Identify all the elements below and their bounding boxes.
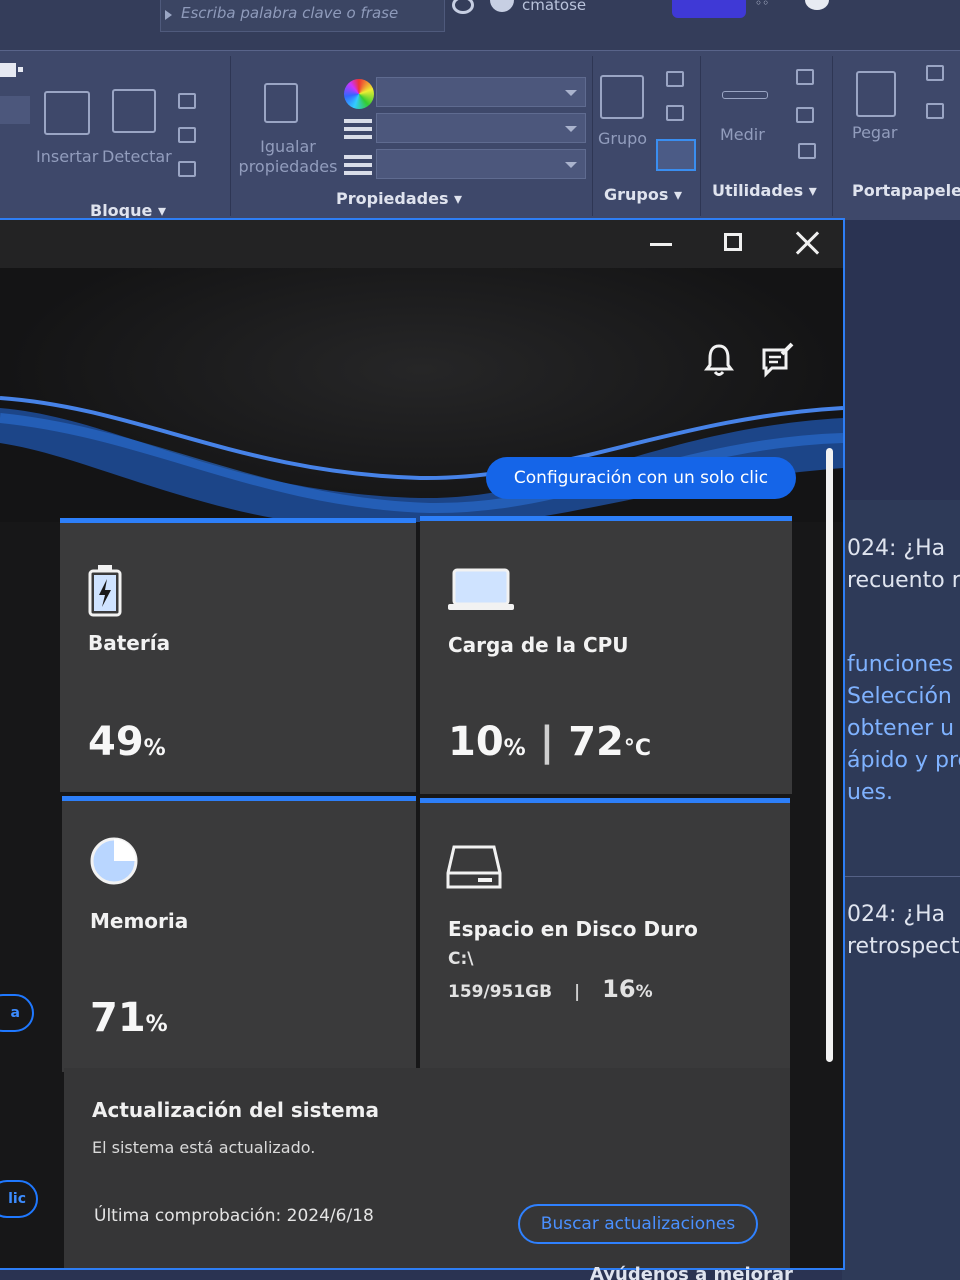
doc-line: retrospecti	[847, 934, 960, 959]
background-document	[842, 500, 960, 1280]
insert-block-icon[interactable]	[44, 91, 90, 135]
cad-title-bar: Escriba palabra clave o frase cmatose ◦◦	[0, 0, 960, 50]
user-name[interactable]: cmatose	[522, 0, 586, 14]
paste-button[interactable]: Pegar	[852, 123, 897, 143]
laptop-icon	[448, 568, 514, 610]
doc-link[interactable]: ues.	[847, 780, 893, 805]
quick-access-dropdown-icon[interactable]	[18, 67, 23, 72]
maximize-button[interactable]	[716, 226, 756, 262]
disk-card[interactable]: Espacio en Disco Duro C:\ 159/951GB | 16…	[420, 798, 790, 1078]
vertical-scrollbar[interactable]	[826, 448, 833, 1062]
cad-ribbon: Insertar Detectar Bloque ▾ Igualar propi…	[0, 50, 960, 220]
doc-link[interactable]: obtener u	[847, 716, 954, 741]
update-status: El sistema está actualizado.	[92, 1138, 316, 1157]
paste-icon[interactable]	[856, 71, 896, 117]
lineweight-icon[interactable]	[344, 119, 372, 123]
group-button[interactable]: Grupo	[598, 129, 647, 149]
window-titlebar[interactable]	[0, 220, 843, 268]
search-icon[interactable]	[452, 0, 474, 14]
measure-icon[interactable]	[722, 91, 768, 99]
cpu-title: Carga de la CPU	[448, 633, 629, 657]
help-icon[interactable]	[805, 0, 829, 10]
search-expand-icon	[165, 10, 172, 20]
system-update-card: Actualización del sistema El sistema est…	[64, 1068, 790, 1268]
system-utility-window: Configuración con un solo clic Batería 4…	[0, 218, 845, 1270]
memory-card[interactable]: Memoria 71%	[62, 796, 416, 1072]
battery-card[interactable]: Batería 49%	[60, 518, 416, 792]
block-attribute-icon[interactable]	[178, 161, 196, 177]
color-combo[interactable]	[376, 77, 586, 107]
linetype-icon[interactable]	[344, 155, 372, 159]
doc-link[interactable]: ápido y pre	[847, 748, 960, 773]
linetype-combo[interactable]	[376, 149, 586, 179]
battery-icon	[88, 565, 122, 617]
cpu-value: 10% | 72°C	[448, 719, 652, 765]
groups-group-label[interactable]: Grupos ▾	[604, 185, 682, 204]
update-title: Actualización del sistema	[92, 1098, 379, 1122]
feedback-icon[interactable]	[760, 340, 796, 380]
battery-value: 49%	[88, 719, 166, 765]
layer-combo[interactable]	[0, 96, 30, 124]
clipboard-group-label[interactable]: Portapapeles	[852, 181, 960, 200]
lineweight-combo[interactable]	[376, 113, 586, 143]
user-icon[interactable]	[490, 0, 514, 12]
color-wheel-icon[interactable]	[344, 79, 374, 109]
battery-title: Batería	[88, 631, 171, 655]
maximize-icon	[724, 233, 742, 251]
detect-button[interactable]: Detectar	[102, 147, 172, 167]
disk-title: Espacio en Disco Duro	[448, 917, 698, 941]
minimize-icon	[650, 243, 672, 246]
doc-line: 024: ¿Ha	[847, 536, 946, 561]
memory-pie-icon	[90, 837, 138, 885]
ungroup-icon[interactable]	[666, 71, 684, 87]
id-point-icon[interactable]	[796, 107, 814, 123]
cpu-card[interactable]: Carga de la CPU 10% | 72°C	[420, 516, 792, 794]
doc-link[interactable]: funciones	[847, 652, 953, 677]
copy-clip-icon[interactable]	[926, 65, 944, 81]
exchange-icon[interactable]: ◦◦	[755, 0, 769, 10]
doc-link[interactable]: Selección	[847, 684, 952, 709]
one-click-config-button[interactable]: Configuración con un solo clic	[486, 457, 796, 499]
quick-select-icon[interactable]	[796, 69, 814, 85]
close-button[interactable]	[788, 226, 828, 262]
doc-divider	[842, 876, 960, 877]
disk-usage: 159/951GB | 16%	[448, 975, 653, 1003]
doc-line: recuento rá	[847, 568, 960, 593]
memory-value: 71%	[90, 995, 168, 1041]
detect-icon[interactable]	[112, 89, 156, 133]
group-icon[interactable]	[600, 75, 644, 119]
group-edit-icon[interactable]	[666, 105, 684, 121]
close-icon	[795, 230, 821, 256]
insert-button[interactable]: Insertar	[36, 147, 98, 167]
bell-icon[interactable]	[704, 340, 734, 380]
properties-group-label[interactable]: Propiedades ▾	[336, 189, 462, 208]
measure-button[interactable]: Medir	[720, 125, 765, 145]
match-properties-button[interactable]: Igualar propiedades	[236, 137, 340, 177]
autodesk-app-button[interactable]	[672, 0, 746, 18]
check-updates-button[interactable]: Buscar actualizaciones	[518, 1204, 758, 1244]
copy-icon[interactable]	[926, 103, 944, 119]
hard-disk-icon	[446, 845, 502, 889]
edit-block-icon[interactable]	[178, 127, 196, 143]
sidebar-pill-button[interactable]: lic	[0, 1180, 38, 1218]
footer-text: Ayúdenos a mejorar	[590, 1264, 793, 1280]
match-properties-icon[interactable]	[264, 83, 298, 123]
utilities-group-label[interactable]: Utilidades ▾	[712, 181, 817, 200]
last-check-label: Última comprobación: 2024/6/18	[94, 1206, 374, 1226]
doc-line: 024: ¿Ha	[847, 902, 946, 927]
memory-title: Memoria	[90, 909, 189, 933]
quick-access-icon[interactable]	[0, 63, 16, 77]
disk-drive-label: C:\	[448, 949, 474, 969]
minimize-button[interactable]	[642, 226, 682, 262]
search-placeholder: Escriba palabra clave o frase	[181, 4, 399, 22]
group-select-icon[interactable]	[656, 139, 696, 171]
calculator-icon[interactable]	[798, 143, 816, 159]
create-block-icon[interactable]	[178, 93, 196, 109]
cad-search-input[interactable]: Escriba palabra clave o frase	[160, 0, 445, 32]
